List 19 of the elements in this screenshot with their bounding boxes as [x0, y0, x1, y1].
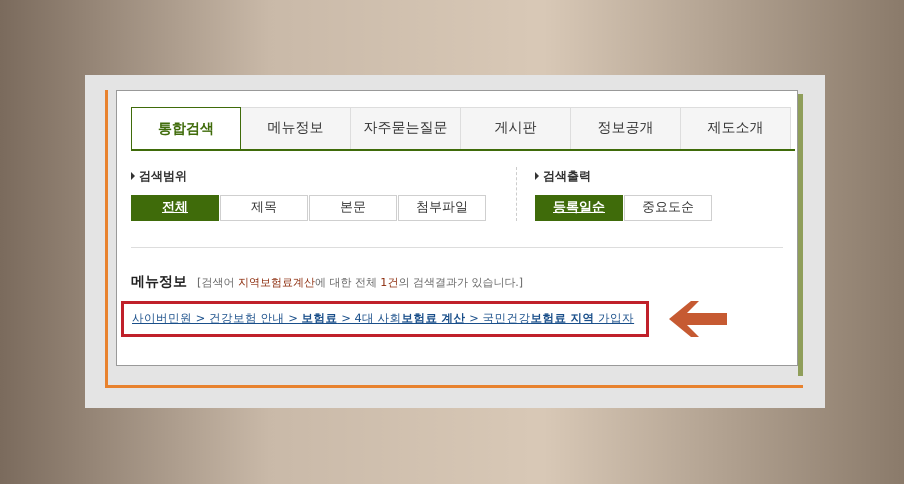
- section-title: 검색범위: [139, 168, 187, 185]
- left-arrow-icon: [669, 301, 727, 337]
- tab[interactable]: 정보공개: [571, 107, 681, 149]
- tab[interactable]: 제도소개: [681, 107, 791, 149]
- option-button[interactable]: 전체: [131, 195, 219, 221]
- bullet-icon: [131, 172, 135, 180]
- bullet-icon: [535, 172, 539, 180]
- option-button[interactable]: 등록일순: [535, 195, 623, 221]
- tab[interactable]: 자주묻는질문: [351, 107, 461, 149]
- tab[interactable]: 게시판: [461, 107, 571, 149]
- tab[interactable]: 메뉴정보: [241, 107, 351, 149]
- tab[interactable]: 통합검색: [131, 107, 241, 149]
- option-button[interactable]: 중요도순: [624, 195, 712, 221]
- section-title: 검색출력: [543, 168, 591, 185]
- option-button[interactable]: 본문: [309, 195, 397, 221]
- option-button[interactable]: 제목: [220, 195, 308, 221]
- result-heading: 메뉴정보: [131, 273, 187, 292]
- option-button[interactable]: 첨부파일: [398, 195, 486, 221]
- result-summary: [검색어 지역보험료계산에 대한 전체 1건의 검색결과가 있습니다.]: [197, 275, 524, 291]
